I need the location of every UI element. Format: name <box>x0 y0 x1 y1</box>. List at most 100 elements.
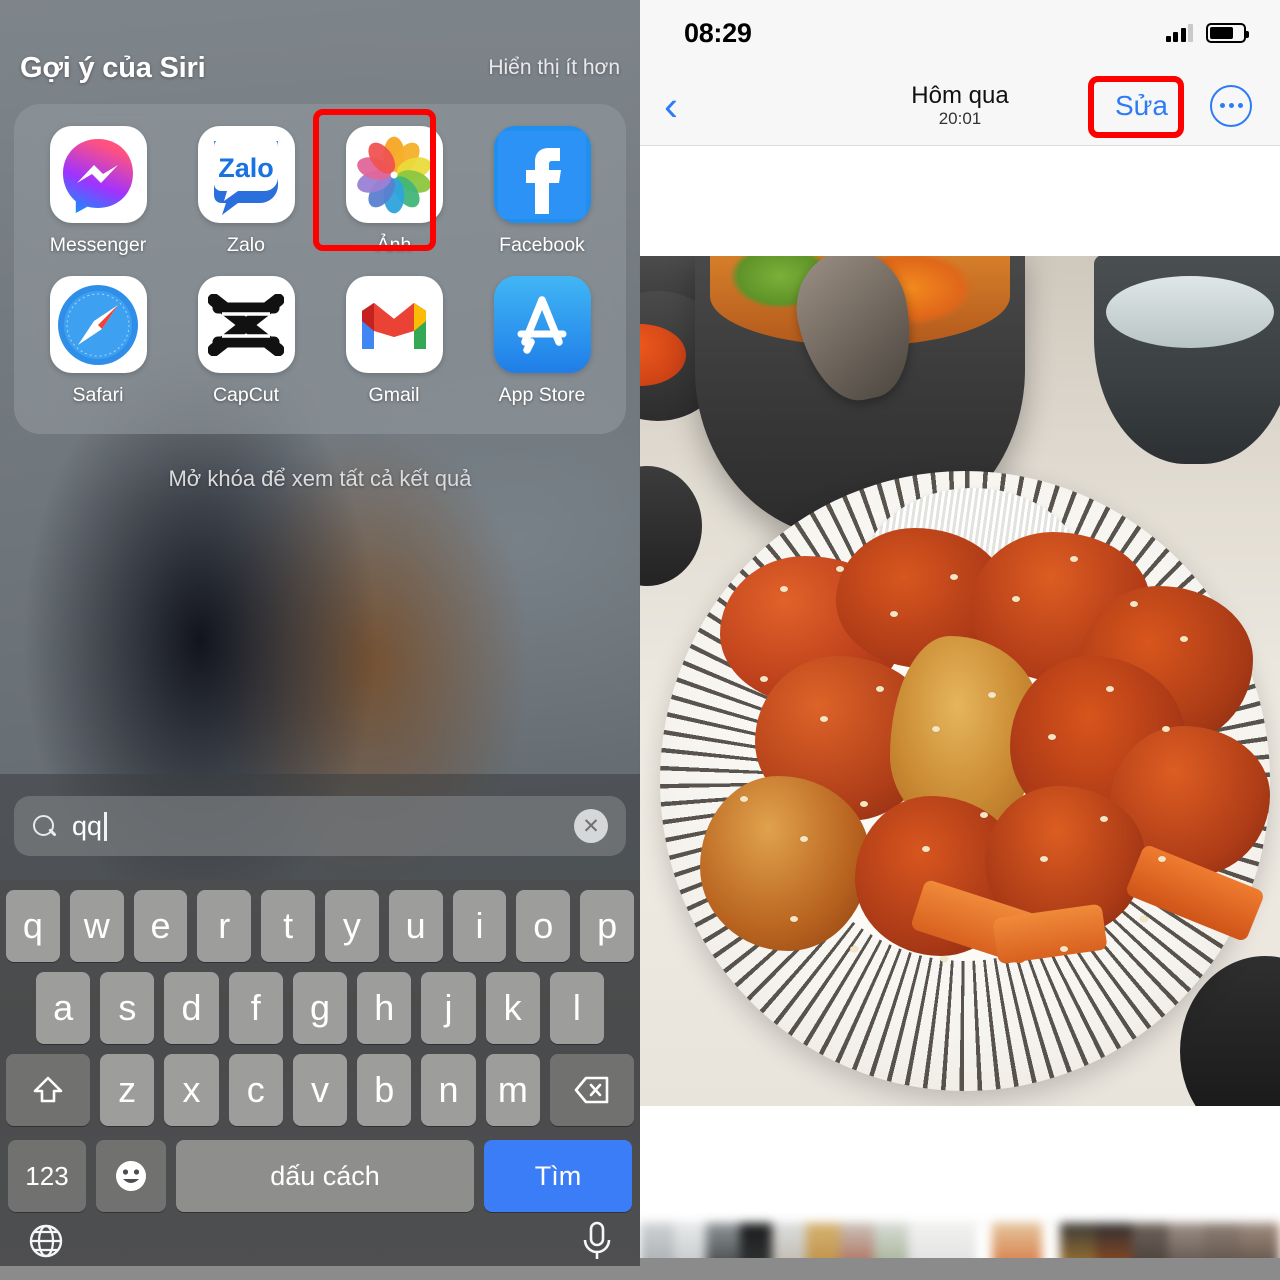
app-label: Ảnh <box>376 234 412 256</box>
sesame-seed <box>890 611 898 617</box>
key-c[interactable]: c <box>228 1054 283 1126</box>
left-phone-spotlight-search: Gợi ý của Siri Hiển thị ít hơn Messenger… <box>0 0 640 1280</box>
app-row-1: Messenger Zalo Zalo Ảnh Facebook <box>24 109 616 276</box>
app-label: Messenger <box>49 234 147 256</box>
key-g[interactable]: g <box>292 972 348 1044</box>
key-h[interactable]: h <box>357 972 412 1044</box>
sesame-seed <box>940 956 948 962</box>
keyboard-row-2: a s d f g h j k l <box>0 972 640 1044</box>
photos-icon <box>345 126 443 223</box>
clear-circle-icon[interactable]: ✕ <box>574 809 608 843</box>
key-b[interactable]: b <box>357 1054 412 1126</box>
sesame-seed <box>790 916 798 922</box>
sesame-seed <box>980 812 988 818</box>
app-item-facebook[interactable]: Facebook <box>472 126 612 257</box>
key-p[interactable]: p <box>580 890 634 962</box>
keyboard-row-3: z x c v b n m <box>0 1054 640 1126</box>
sesame-seed <box>1130 601 1138 607</box>
messenger-icon <box>49 126 147 223</box>
sesame-seed <box>1162 726 1170 732</box>
app-label: Gmail <box>368 384 420 406</box>
search-go-key[interactable]: Tìm <box>484 1140 632 1212</box>
water-surface <box>1106 276 1274 348</box>
sesame-seed <box>780 586 788 592</box>
key-q[interactable]: q <box>6 890 60 962</box>
numbers-key[interactable]: 123 <box>8 1140 86 1212</box>
sesame-seed <box>922 846 930 852</box>
sesame-seed <box>1060 946 1068 952</box>
key-e[interactable]: e <box>133 890 188 962</box>
cellular-signal-icon <box>1165 24 1193 42</box>
photo-time-subtitle: 20:01 <box>938 109 982 129</box>
sesame-seed <box>932 726 940 732</box>
key-r[interactable]: r <box>197 890 252 962</box>
globe-icon[interactable] <box>26 1221 66 1266</box>
home-indicator-left <box>0 1266 640 1280</box>
sesame-seed <box>820 716 828 722</box>
siri-suggestions-header: Gợi ý của Siri Hiển thị ít hơn <box>0 46 640 90</box>
key-x[interactable]: x <box>164 1054 219 1126</box>
search-input[interactable]: qq ✕ <box>14 796 626 856</box>
key-i[interactable]: i <box>452 890 507 962</box>
key-y[interactable]: y <box>325 890 379 962</box>
photo-navigation-bar: ‹ Hôm qua 20:01 Sửa <box>640 66 1280 146</box>
key-t[interactable]: t <box>261 890 315 962</box>
shift-arrow-icon[interactable] <box>6 1054 91 1126</box>
space-key[interactable]: dấu cách <box>176 1140 474 1212</box>
microphone-icon[interactable] <box>580 1220 614 1267</box>
status-indicators <box>1165 23 1249 43</box>
text-cursor <box>104 811 107 841</box>
key-s[interactable]: s <box>100 972 155 1044</box>
sesame-seed <box>1100 816 1108 822</box>
key-m[interactable]: m <box>485 1054 540 1126</box>
sesame-seed <box>1012 596 1020 602</box>
sesame-seed <box>876 686 884 692</box>
fried-chicken-piece <box>700 776 870 951</box>
highlight-box-edit <box>1088 76 1184 138</box>
keyboard-row-4: 123 dấu cách Tìm <box>0 1140 640 1212</box>
gmail-icon <box>345 276 443 373</box>
key-d[interactable]: d <box>164 972 219 1044</box>
keyboard-bottom-row <box>0 1212 640 1267</box>
app-item-zalo[interactable]: Zalo Zalo <box>176 126 316 257</box>
key-z[interactable]: z <box>100 1054 155 1126</box>
key-j[interactable]: j <box>421 972 476 1044</box>
search-icon <box>32 814 56 838</box>
siri-suggestions-card: Messenger Zalo Zalo Ảnh Facebook Safari … <box>14 104 626 434</box>
photo-viewer[interactable] <box>640 256 1280 1106</box>
chevron-left-icon[interactable]: ‹ <box>664 84 678 127</box>
app-item-photos[interactable]: Ảnh <box>313 109 464 257</box>
key-n[interactable]: n <box>421 1054 476 1126</box>
key-o[interactable]: o <box>516 890 571 962</box>
appstore-icon <box>493 276 591 373</box>
home-indicator-right <box>640 1258 1280 1280</box>
key-l[interactable]: l <box>549 972 604 1044</box>
app-item-appstore[interactable]: App Store <box>472 276 612 407</box>
app-item-safari[interactable]: Safari <box>28 276 168 407</box>
sesame-seed <box>836 566 844 572</box>
sesame-seed <box>850 946 858 952</box>
sesame-seed <box>988 692 996 698</box>
photo-date-title: Hôm qua <box>911 81 1009 109</box>
ellipsis-circle-icon[interactable] <box>1210 84 1252 127</box>
svg-text:Zalo: Zalo <box>218 153 274 183</box>
sesame-seed <box>950 574 958 580</box>
key-k[interactable]: k <box>485 972 540 1044</box>
key-w[interactable]: w <box>69 890 124 962</box>
sesame-seed <box>1180 636 1188 642</box>
app-item-messenger[interactable]: Messenger <box>28 126 168 257</box>
emoji-smiley-icon[interactable] <box>96 1140 166 1212</box>
sesame-seed <box>1070 556 1078 562</box>
unlock-hint-text: Mở khóa để xem tất cả kết quả <box>168 466 472 491</box>
show-less-button[interactable]: Hiển thị ít hơn <box>488 56 620 80</box>
app-item-gmail[interactable]: Gmail <box>324 276 464 407</box>
sesame-seed <box>740 796 748 802</box>
key-v[interactable]: v <box>292 1054 348 1126</box>
key-a[interactable]: a <box>36 972 91 1044</box>
app-item-capcut[interactable]: CapCut <box>176 276 316 407</box>
capcut-icon <box>197 276 295 373</box>
key-f[interactable]: f <box>228 972 283 1044</box>
dual-phone-screenshot: Gợi ý của Siri Hiển thị ít hơn Messenger… <box>0 0 1280 1280</box>
backspace-icon[interactable] <box>549 1054 634 1126</box>
key-u[interactable]: u <box>388 890 443 962</box>
